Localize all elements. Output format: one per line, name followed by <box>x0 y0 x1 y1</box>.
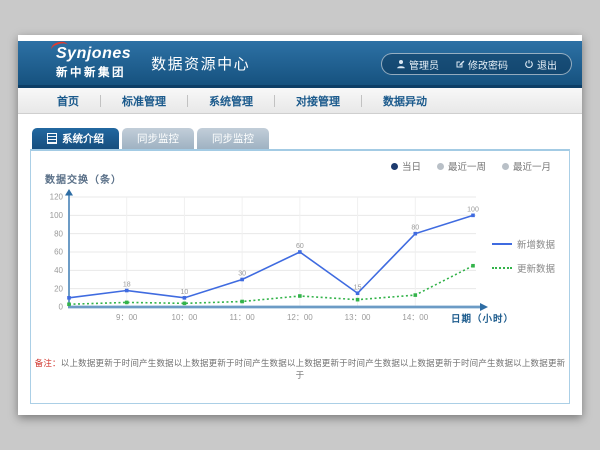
svg-text:120: 120 <box>50 193 64 202</box>
svg-text:11：00: 11：00 <box>230 313 256 322</box>
svg-text:15: 15 <box>354 284 362 291</box>
nav-item-home[interactable]: 首页 <box>36 93 100 109</box>
power-icon <box>524 59 534 69</box>
svg-text:20: 20 <box>54 284 63 293</box>
svg-text:日期（小时）: 日期（小时） <box>451 313 514 325</box>
edit-icon <box>455 59 465 69</box>
change-password-link[interactable]: 修改密码 <box>447 57 516 72</box>
svg-text:9：00: 9：00 <box>116 313 138 322</box>
nav-item-system-mgmt[interactable]: 系统管理 <box>188 93 274 109</box>
user-name: 管理员 <box>409 57 439 72</box>
svg-text:80: 80 <box>411 225 419 232</box>
tab-sync-monitor-1[interactable]: 同步监控 <box>122 128 194 149</box>
radio-dot-icon <box>502 163 509 170</box>
tab-label: 系统介绍 <box>62 131 104 146</box>
svg-text:100: 100 <box>50 211 64 220</box>
radio-dot-icon <box>437 163 444 170</box>
legend-item-update-data[interactable]: 更新数据 <box>492 261 555 275</box>
footnote-text: 以上数据更新于时间产生数据以上数据更新于时间产生数据以上数据更新于时间产生数据以… <box>61 358 566 380</box>
logout-link[interactable]: 退出 <box>516 57 565 72</box>
svg-text:0: 0 <box>59 303 64 312</box>
footnote: 备注：以上数据更新于时间产生数据以上数据更新于时间产生数据以上数据更新于时间产生… <box>31 357 569 381</box>
svg-text:80: 80 <box>54 229 63 238</box>
chart-legend: 新增数据 更新数据 <box>492 237 555 275</box>
nav-item-interface-mgmt[interactable]: 对接管理 <box>275 93 361 109</box>
main-nav: 首页 标准管理 系统管理 对接管理 数据异动 <box>18 88 582 114</box>
tab-bar: 系统介绍 同步监控 同步监控 <box>32 128 570 149</box>
nav-item-data-change[interactable]: 数据异动 <box>362 93 448 109</box>
person-icon <box>396 59 406 69</box>
radio-last-month[interactable]: 最近一月 <box>502 159 551 173</box>
app-window: Synjones 新中新集团 数据资源中心 管理员 修改密码 <box>18 35 582 415</box>
nav-item-standard-mgmt[interactable]: 标准管理 <box>101 93 187 109</box>
line-chart: 0 20 40 60 80 100 120 9：00 10：00 11：00 12：00 13：00 1… <box>31 189 566 329</box>
svg-text:60: 60 <box>296 243 304 250</box>
radio-label: 最近一周 <box>448 159 486 173</box>
legend-label: 更新数据 <box>517 261 555 275</box>
browser-canvas: Synjones 新中新集团 数据资源中心 管理员 修改密码 <box>0 0 600 450</box>
document-icon <box>47 133 57 144</box>
chart-panel: 当日 最近一周 最近一月 数据交换（条） 0 20 40 60 80 100 120 9：00… <box>30 149 570 404</box>
svg-text:60: 60 <box>54 248 63 257</box>
svg-text:10：00: 10：00 <box>172 313 198 322</box>
legend-label: 新增数据 <box>517 237 555 251</box>
svg-text:40: 40 <box>54 266 63 275</box>
svg-text:18: 18 <box>123 282 131 289</box>
radio-dot-icon <box>391 163 398 170</box>
time-range-filter: 当日 最近一周 最近一月 <box>391 159 551 173</box>
svg-text:14：00: 14：00 <box>402 313 428 322</box>
radio-label: 最近一月 <box>513 159 551 173</box>
app-header: Synjones 新中新集团 数据资源中心 管理员 修改密码 <box>18 41 582 88</box>
brand-logo: Synjones 新中新集团 <box>56 46 131 80</box>
logout-label: 退出 <box>537 57 557 72</box>
app-title: 数据资源中心 <box>151 53 250 74</box>
change-password-label: 修改密码 <box>468 57 508 72</box>
legend-dotted-line-icon <box>492 267 512 269</box>
radio-today[interactable]: 当日 <box>391 159 421 173</box>
svg-text:10: 10 <box>181 289 189 296</box>
logo-subtitle: 新中新集团 <box>56 64 131 80</box>
user-toolbar: 管理员 修改密码 退出 <box>381 53 572 75</box>
svg-text:13：00: 13：00 <box>345 313 371 322</box>
tab-system-intro[interactable]: 系统介绍 <box>32 128 119 149</box>
radio-label: 当日 <box>402 159 421 173</box>
tab-sync-monitor-2[interactable]: 同步监控 <box>197 128 269 149</box>
legend-solid-line-icon <box>492 243 512 245</box>
svg-text:12：00: 12：00 <box>287 313 313 322</box>
svg-text:100: 100 <box>467 206 479 213</box>
content-area: 系统介绍 同步监控 同步监控 当日 最近一周 <box>18 114 582 404</box>
footnote-prefix: 备注： <box>35 358 61 368</box>
radio-last-week[interactable]: 最近一周 <box>437 159 486 173</box>
svg-text:30: 30 <box>238 271 246 278</box>
user-menu[interactable]: 管理员 <box>388 57 447 72</box>
chart-y-axis-title: 数据交换（条） <box>45 171 122 186</box>
legend-item-new-data[interactable]: 新增数据 <box>492 237 555 251</box>
